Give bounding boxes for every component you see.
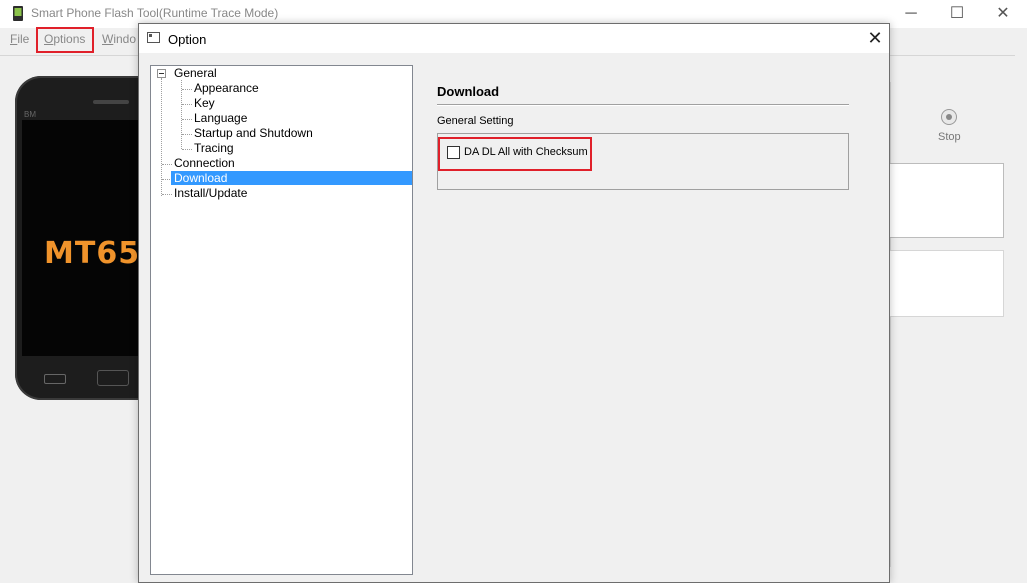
section-divider: [437, 104, 849, 106]
tree-connector: [181, 80, 182, 149]
phone-speaker: [93, 100, 129, 104]
option-tree[interactable]: [150, 65, 413, 575]
phone-model-text: MT65: [44, 236, 141, 271]
maximize-button[interactable]: ☐: [934, 0, 980, 28]
dialog-close-button[interactable]: ✕: [866, 29, 884, 47]
tree-item-general[interactable]: General: [174, 66, 217, 81]
dialog-window-icon: [147, 32, 160, 43]
tree-connector: [182, 149, 192, 150]
section-title: Download: [437, 84, 500, 99]
phone-menu-button: [44, 374, 66, 384]
tree-item-tracing[interactable]: Tracing: [194, 141, 234, 156]
phone-brand-text: BM: [24, 110, 36, 119]
minimize-button[interactable]: ─: [888, 0, 934, 28]
right-toolbar-area: [890, 82, 1016, 567]
tree-item-install-update[interactable]: Install/Update: [174, 186, 247, 201]
tree-connector: [182, 89, 192, 90]
menu-window[interactable]: Windo: [102, 32, 136, 46]
tree-connector: [162, 194, 172, 195]
stop-icon[interactable]: [941, 109, 957, 125]
stop-label[interactable]: Stop: [938, 131, 961, 143]
close-button[interactable]: ✕: [980, 0, 1026, 28]
group-label: General Setting: [437, 115, 514, 127]
tree-connector: [182, 119, 192, 120]
phone-home-button: [97, 370, 129, 386]
tree-connector: [182, 104, 192, 105]
scrollbar[interactable]: [1015, 55, 1027, 567]
dialog-titlebar: [139, 24, 889, 53]
tree-item-language[interactable]: Language: [194, 111, 247, 126]
tree-item-startup-shutdown[interactable]: Startup and Shutdown: [194, 126, 313, 141]
app-title: Smart Phone Flash Tool(Runtime Trace Mod…: [31, 6, 279, 20]
app-icon: [13, 6, 23, 21]
tree-connector: [162, 164, 172, 165]
right-panel-box: [890, 250, 1004, 317]
tree-item-connection[interactable]: Connection: [174, 156, 235, 171]
tree-item-appearance[interactable]: Appearance: [194, 81, 259, 96]
tree-item-key[interactable]: Key: [194, 96, 215, 111]
collapse-icon[interactable]: [157, 69, 166, 78]
tree-item-download[interactable]: Download: [174, 171, 227, 186]
right-panel-box: [890, 163, 1004, 238]
dialog-title: Option: [168, 32, 207, 47]
checkbox-highlight-box: [438, 137, 592, 171]
options-highlight-box: [36, 27, 94, 53]
menu-file[interactable]: File: [10, 32, 29, 46]
tree-connector: [182, 134, 192, 135]
